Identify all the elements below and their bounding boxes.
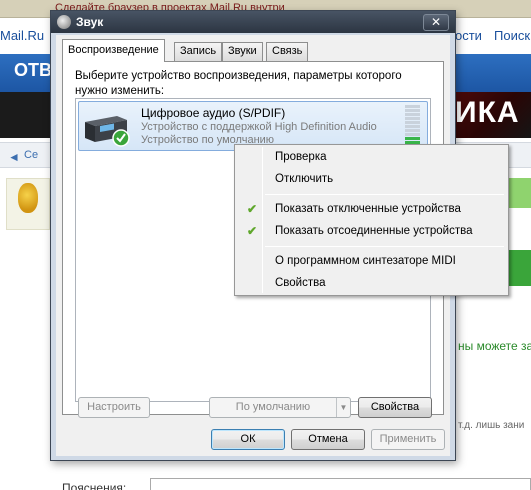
- site-banner-text: ИКА: [455, 96, 520, 129]
- tab-playback[interactable]: Воспроизведение: [62, 39, 165, 62]
- level-segment: [405, 129, 420, 132]
- level-segment: [405, 105, 420, 108]
- menu-item-label: Показать отключенные устройства: [275, 203, 461, 215]
- device-name: Цифровое аудио (S/PDIF): [141, 106, 286, 120]
- mailru-link[interactable]: Mail.Ru: [0, 28, 44, 43]
- menu-item-disable[interactable]: Отключить: [237, 170, 506, 190]
- ok-button[interactable]: ОК: [211, 429, 285, 450]
- site-green-text: ны можете зад: [458, 339, 531, 353]
- apply-label: Применить: [379, 433, 437, 445]
- context-menu: Проверка Отключить ✔ Показать отключенны…: [234, 144, 509, 296]
- explanations-input[interactable]: [150, 478, 531, 490]
- digital-audio-device-icon: [85, 116, 130, 147]
- menu-item-show-disabled-devices[interactable]: ✔ Показать отключенные устройства: [237, 200, 506, 220]
- checkmark-icon: ✔: [247, 202, 258, 216]
- cancel-button[interactable]: Отмена: [291, 429, 365, 450]
- nav-link-news[interactable]: ости: [455, 28, 482, 43]
- tab-sounds[interactable]: Звуки: [222, 42, 263, 61]
- subnav-arrow-icon: ◄: [8, 150, 20, 164]
- instruction-text: Выберите устройство воспроизведения, пар…: [75, 70, 402, 97]
- set-default-label: По умолчанию: [235, 401, 311, 413]
- properties-button[interactable]: Свойства: [358, 397, 432, 418]
- menu-item-label: О программном синтезаторе MIDI: [275, 255, 456, 267]
- close-icon: ✕: [430, 15, 442, 29]
- tab-label: Запись: [180, 45, 217, 57]
- tab-communications[interactable]: Связь: [266, 42, 309, 61]
- tab-label: Связь: [272, 45, 303, 57]
- tab-label: Воспроизведение: [68, 44, 159, 56]
- menu-item-properties[interactable]: Свойства: [237, 274, 506, 294]
- level-segment: [405, 125, 420, 128]
- dialog-titlebar[interactable]: Звук ✕: [51, 11, 455, 33]
- subnav-link[interactable]: Се: [24, 149, 38, 161]
- checkmark-icon: ✔: [247, 224, 258, 238]
- speaker-icon: [57, 15, 71, 29]
- menu-item-show-disconnected-devices[interactable]: ✔ Показать отсоединенные устройства: [237, 222, 506, 242]
- volume-level-meter: [405, 105, 420, 149]
- level-segment: [405, 113, 420, 116]
- level-segment: [405, 109, 420, 112]
- level-segment: [405, 117, 420, 120]
- menu-separator: [265, 246, 504, 247]
- nav-link-search[interactable]: Поиск: [494, 28, 530, 43]
- menu-item-label: Показать отсоединенные устройства: [275, 225, 473, 237]
- level-segment: [405, 137, 420, 140]
- menu-item-label: Отключить: [275, 173, 334, 185]
- set-default-button[interactable]: По умолчанию ▼: [209, 397, 351, 418]
- menu-item-test[interactable]: Проверка: [237, 148, 506, 168]
- thumb-icon: [18, 183, 38, 213]
- menu-item-about-midi-synth[interactable]: О программном синтезаторе MIDI: [237, 252, 506, 272]
- configure-label: Настроить: [87, 401, 141, 413]
- level-segment: [405, 133, 420, 136]
- apply-button[interactable]: Применить: [371, 429, 445, 450]
- level-segment: [405, 121, 420, 124]
- cancel-label: Отмена: [308, 433, 348, 445]
- configure-button[interactable]: Настроить: [78, 397, 150, 418]
- menu-item-label: Проверка: [275, 151, 327, 163]
- close-button[interactable]: ✕: [423, 14, 449, 31]
- dialog-title: Звук: [76, 15, 104, 29]
- device-description: Устройство с поддержкой High Definition …: [141, 121, 377, 133]
- chevron-down-icon[interactable]: ▼: [336, 398, 350, 417]
- menu-separator: [265, 194, 504, 195]
- properties-label: Свойства: [370, 401, 420, 413]
- tab-label: Звуки: [228, 45, 257, 57]
- site-logo-text: ОТВ: [14, 60, 52, 80]
- tab-recording[interactable]: Запись: [174, 42, 223, 61]
- ok-label: ОК: [240, 433, 256, 445]
- menu-item-label: Свойства: [275, 277, 326, 289]
- explanations-label: Пояснения:: [62, 481, 127, 490]
- site-gray-text: т.д. лишь зани: [458, 420, 525, 431]
